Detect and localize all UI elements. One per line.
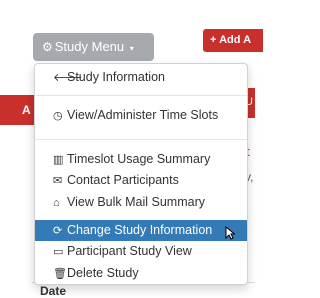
menu-item-label: Delete Study xyxy=(67,266,139,280)
menu-item-label: View/Administer Time Slots xyxy=(67,108,219,122)
study-dropdown-menu: 🡐Study Information ◷ View/Administer Time… xyxy=(34,63,248,285)
menu-item-timeslot-usage-summary[interactable]: ▥ Timeslot Usage Summary xyxy=(35,149,247,170)
menu-item-label: View Bulk Mail Summary xyxy=(67,195,206,209)
add-button-label: Add A xyxy=(219,34,252,46)
menu-item-label: Study Information xyxy=(67,70,165,84)
arrow-left-icon: 🡐 xyxy=(53,72,83,84)
add-button[interactable]: + Add A xyxy=(203,29,263,52)
menu-item-delete-study[interactable]: 🗑Delete Study xyxy=(35,263,247,284)
menu-item-contact-participants[interactable]: ✉ Contact Participants xyxy=(35,170,247,191)
date-column-header: Date xyxy=(40,284,67,298)
background-banner-left: A xyxy=(0,95,35,125)
menu-item-participant-study-view[interactable]: ▭ Participant Study View xyxy=(35,241,247,262)
envelope-icon: ✉ xyxy=(53,175,63,187)
caret-down-icon: ▾ xyxy=(129,44,134,53)
study-menu-button[interactable]: ⚙ Study Menu ▾ xyxy=(33,33,154,61)
menu-item-label: Contact Participants xyxy=(67,173,179,187)
menu-item-label: Change Study Information xyxy=(67,223,213,237)
menu-item-change-study-information[interactable]: ⟳ Change Study Information xyxy=(35,220,247,241)
trash-icon: 🗑 xyxy=(53,268,67,280)
study-menu-label: Study Menu xyxy=(54,39,125,54)
menu-item-study-information[interactable]: 🡐Study Information xyxy=(35,67,247,88)
inbox-icon: ⌂ xyxy=(53,197,60,209)
menu-item-bulk-mail-summary[interactable]: ⌂ View Bulk Mail Summary xyxy=(35,192,247,213)
menu-item-label: Participant Study View xyxy=(67,244,192,258)
laptop-icon: ▭ xyxy=(53,246,64,258)
menu-divider xyxy=(35,139,247,140)
clock-icon: ◷ xyxy=(53,110,63,122)
mouse-cursor-icon xyxy=(225,226,235,240)
gears-icon: ⚙ xyxy=(42,40,53,54)
bar-chart-icon: ▥ xyxy=(53,154,64,166)
menu-item-time-slots[interactable]: ◷ View/Administer Time Slots xyxy=(35,105,247,126)
menu-divider xyxy=(35,95,247,96)
refresh-icon: ⟳ xyxy=(53,225,63,237)
menu-item-label: Timeslot Usage Summary xyxy=(67,152,211,166)
